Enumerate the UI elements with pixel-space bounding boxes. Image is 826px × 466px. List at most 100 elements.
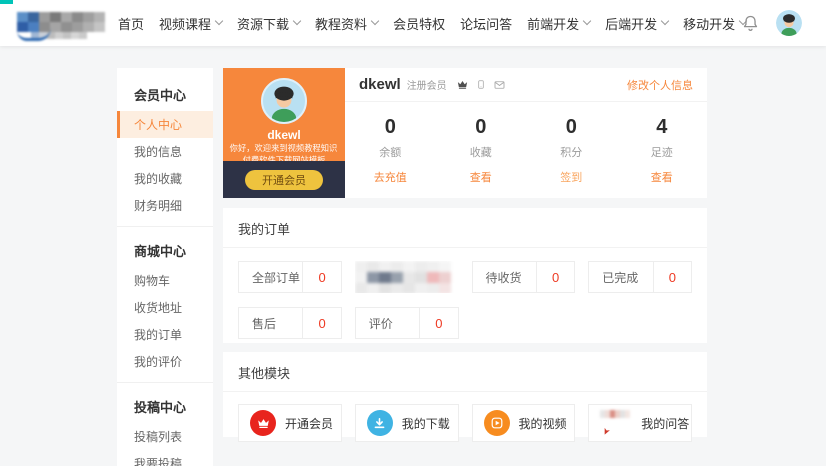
top-navbar: 首页 视频课程 资源下载 教程资料 会员特权 论坛问答 前端开发 后端开发 移动…	[0, 0, 826, 46]
nav-item-member-privileges[interactable]: 会员特权	[393, 14, 445, 33]
stat-label: 足迹	[650, 146, 673, 159]
order-cell-label: 全部订单	[252, 270, 301, 285]
stat-label: 收藏	[469, 146, 492, 159]
stat-favorites: 0 收藏 查看	[436, 116, 527, 185]
module-my-videos[interactable]: 我的视频	[471, 404, 576, 442]
module-label: 开通会员	[285, 416, 334, 431]
modules-panel: 其他模块 开通会员 我的下载 我的视频 ➤ 我的问答	[223, 352, 707, 442]
profile-avatar[interactable]	[261, 78, 307, 124]
user-avatar[interactable]	[776, 10, 802, 36]
sidebar-item-submit-post[interactable]: 我要投稿	[117, 450, 213, 466]
sidebar-item-my-reviews[interactable]: 我的评价	[117, 348, 213, 375]
profile-username: dkewl	[267, 128, 301, 142]
chevron-down-icon	[582, 16, 592, 26]
sidebar-item-shipping-address[interactable]: 收货地址	[117, 294, 213, 321]
main-navigation: 首页 视频课程 资源下载 教程资料 会员特权 论坛问答 前端开发 后端开发 移动…	[118, 0, 748, 46]
chevron-down-icon	[660, 16, 670, 26]
stat-label: 余额	[379, 146, 402, 159]
nav-item-resource-downloads[interactable]: 资源下载	[237, 14, 302, 33]
play-icon	[483, 410, 510, 436]
open-vip-button[interactable]: 开通会员	[245, 169, 323, 190]
red-mark: ➤	[600, 426, 613, 438]
module-my-downloads[interactable]: 我的下载	[354, 404, 459, 442]
nav-item-label: 会员特权	[393, 16, 446, 32]
order-cell-all-orders[interactable]: 全部订单 0	[238, 261, 342, 293]
site-logo-censored[interactable]	[17, 12, 109, 41]
sidebar-item-my-favorites[interactable]: 我的收藏	[117, 165, 213, 192]
order-cell-completed[interactable]: 已完成 0	[588, 261, 692, 293]
stat-label: 积分	[560, 146, 583, 159]
nav-item-mobile-dev[interactable]: 移动开发	[683, 14, 748, 33]
logo-swoosh	[17, 28, 51, 41]
sidebar-divider	[117, 382, 213, 383]
welcome-text-line1: 你好，欢迎来到视频教程知识	[230, 143, 338, 153]
member-stats: 0 余额 去充值 0 收藏 查看 0 积分 签到 4 足迹 查看	[345, 102, 707, 198]
module-my-qa[interactable]: ➤ 我的问答	[588, 404, 692, 442]
download-icon	[366, 410, 393, 436]
sidebar: 会员中心 个人中心 我的信息 我的收藏 财务明细 商城中心 购物车 收货地址 我…	[117, 68, 213, 466]
order-cell-count: 0	[535, 262, 575, 292]
browser-corner-artifact	[0, 0, 13, 4]
nav-item-home[interactable]: 首页	[118, 14, 144, 33]
nav-item-forum-qa[interactable]: 论坛问答	[460, 14, 512, 33]
nav-item-backend-dev[interactable]: 后端开发	[605, 14, 670, 33]
check-in-link[interactable]: 签到	[526, 169, 617, 185]
member-badge-icons	[456, 78, 506, 91]
stat-value: 4	[656, 115, 668, 138]
order-cell-label: 已完成	[602, 270, 639, 285]
member-level-badge: 注册会员	[406, 81, 447, 92]
stat-points: 0 积分 签到	[526, 116, 617, 185]
sidebar-item-my-info[interactable]: 我的信息	[117, 138, 213, 165]
chevron-down-icon	[292, 16, 302, 26]
nav-item-tutorial-materials[interactable]: 教程资料	[315, 14, 380, 33]
member-info-row: dkewl 注册会员 修改个人信息	[345, 68, 707, 102]
recharge-link[interactable]: 去充值	[345, 169, 436, 185]
member-username: dkewl	[359, 76, 401, 93]
view-footprints-link[interactable]: 查看	[617, 169, 708, 185]
sidebar-item-finance-details[interactable]: 财务明细	[117, 192, 213, 219]
module-open-vip[interactable]: 开通会员	[238, 404, 342, 442]
view-favorites-link[interactable]: 查看	[436, 169, 527, 185]
order-cell-after-sales[interactable]: 售后 0	[238, 307, 342, 339]
edit-profile-link[interactable]: 修改个人信息	[627, 77, 693, 93]
order-cell-censored	[354, 261, 459, 293]
censored-mosaic	[354, 261, 459, 293]
stat-value: 0	[475, 115, 487, 138]
order-cell-label: 评价	[368, 316, 393, 331]
module-label: 我的视频	[518, 416, 567, 431]
bell-icon[interactable]	[740, 13, 761, 34]
sidebar-divider	[117, 226, 213, 227]
module-label: 我的下载	[401, 416, 450, 431]
main-content: dkewl 你好，欢迎来到视频教程知识 付费软件下载网站模板 开通会员 dkew…	[223, 68, 707, 442]
order-cell-reviews[interactable]: 评价 0	[354, 307, 459, 339]
order-cell-count: 0	[652, 262, 691, 292]
sidebar-item-personal-center[interactable]: 个人中心	[117, 111, 213, 138]
nav-item-label: 视频课程	[159, 16, 212, 32]
nav-item-label: 论坛问答	[460, 16, 513, 32]
navbar-right	[740, 0, 802, 46]
member-header-panel: dkewl 你好，欢迎来到视频教程知识 付费软件下载网站模板 开通会员 dkew…	[223, 68, 707, 198]
sidebar-group-mall-center: 商城中心	[134, 244, 187, 259]
nav-item-label: 移动开发	[683, 16, 736, 32]
page: 首页 视频课程 资源下载 教程资料 会员特权 论坛问答 前端开发 后端开发 移动…	[0, 0, 826, 466]
crown-icon	[250, 410, 276, 436]
sidebar-item-submission-list[interactable]: 投稿列表	[117, 423, 213, 450]
sidebar-group-member-center: 会员中心	[134, 88, 187, 103]
nav-item-video-courses[interactable]: 视频课程	[159, 14, 224, 33]
sidebar-item-cart[interactable]: 购物车	[117, 267, 213, 294]
nav-item-frontend-dev[interactable]: 前端开发	[527, 14, 592, 33]
order-cell-count: 0	[302, 262, 341, 292]
sidebar-item-my-orders[interactable]: 我的订单	[117, 321, 213, 348]
nav-item-label: 首页	[118, 16, 145, 32]
stat-value: 0	[384, 115, 396, 138]
modules-grid: 开通会员 我的下载 我的视频 ➤ 我的问答	[223, 392, 707, 442]
phone-icon	[478, 80, 484, 89]
stat-footprints: 4 足迹 查看	[617, 116, 708, 185]
order-cell-awaiting-receipt[interactable]: 待收货 0	[471, 261, 576, 293]
vip-card-footer: 开通会员	[223, 161, 345, 198]
orders-panel: 我的订单 全部订单 0 待收货 0 已完成 0 售后 0 评价 0	[223, 208, 707, 343]
stat-value: 0	[565, 115, 577, 138]
order-cell-label: 待收货	[485, 270, 522, 285]
nav-item-label: 前端开发	[527, 16, 580, 32]
nav-item-label: 教程资料	[315, 16, 368, 32]
